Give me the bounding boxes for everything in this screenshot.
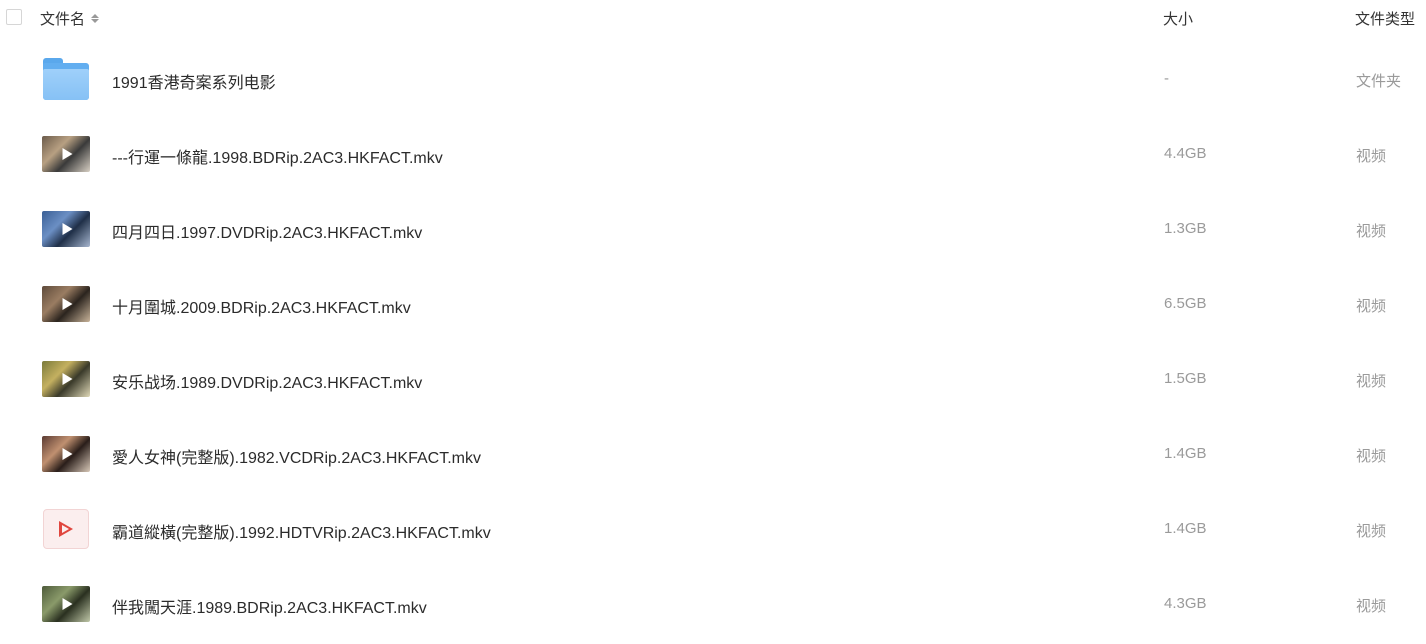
file-size: 4.3GB — [1164, 595, 1207, 612]
file-type: 视频 — [1356, 448, 1387, 465]
file-size: 1.4GB — [1164, 520, 1207, 537]
file-type: 视频 — [1356, 148, 1387, 165]
play-icon — [62, 148, 73, 160]
file-type: 视频 — [1356, 223, 1387, 240]
file-icon-wrap — [42, 208, 90, 250]
select-all-checkbox[interactable] — [6, 9, 22, 25]
video-thumbnail — [42, 286, 90, 322]
file-icon-wrap — [42, 433, 90, 475]
play-icon — [62, 598, 73, 610]
file-icon-wrap — [42, 583, 90, 625]
sort-icon[interactable] — [91, 13, 100, 23]
file-type: 视频 — [1356, 298, 1387, 315]
file-icon-wrap — [42, 508, 90, 550]
file-name[interactable]: 霸道縱橫(完整版).1992.HDTVRip.2AC3.HKFACT.mkv — [112, 519, 491, 543]
play-icon — [59, 521, 73, 537]
file-size: 6.5GB — [1164, 295, 1207, 312]
file-row[interactable]: 1991香港奇案系列电影 - 文件夹 — [0, 42, 1426, 117]
file-type: 文件夹 — [1356, 73, 1402, 90]
file-icon-wrap — [42, 133, 90, 175]
file-name[interactable]: 伴我闖天涯.1989.BDRip.2AC3.HKFACT.mkv — [112, 594, 427, 618]
file-size: 1.4GB — [1164, 445, 1207, 462]
file-rows: 1991香港奇案系列电影 - 文件夹 ---行運一條龍.1998.BDRip.2AC3… — [0, 42, 1426, 642]
file-row[interactable]: 霸道縱橫(完整版).1992.HDTVRip.2AC3.HKFACT.mkv 1.… — [0, 492, 1426, 567]
video-thumbnail — [42, 586, 90, 622]
file-row[interactable]: 伴我闖天涯.1989.BDRip.2AC3.HKFACT.mkv 4.3GB 视频 — [0, 567, 1426, 642]
file-row[interactable]: 四月四日.1997.DVDRip.2AC3.HKFACT.mkv 1.3GB 视频 — [0, 192, 1426, 267]
file-name[interactable]: 十月圍城.2009.BDRip.2AC3.HKFACT.mkv — [112, 294, 411, 318]
video-thumbnail — [42, 436, 90, 472]
column-header-type[interactable]: 文件类型 — [1355, 8, 1415, 29]
video-thumbnail — [42, 211, 90, 247]
file-name[interactable]: 愛人女神(完整版).1982.VCDRip.2AC3.HKFACT.mkv — [112, 444, 481, 468]
video-file-icon — [43, 509, 89, 549]
video-thumbnail — [42, 361, 90, 397]
play-icon — [62, 448, 73, 460]
play-icon — [62, 298, 73, 310]
file-icon-wrap — [42, 358, 90, 400]
file-row[interactable]: 愛人女神(完整版).1982.VCDRip.2AC3.HKFACT.mkv 1.4… — [0, 417, 1426, 492]
play-icon — [62, 223, 73, 235]
video-thumbnail — [42, 136, 90, 172]
play-icon — [62, 373, 73, 385]
file-size: 1.3GB — [1164, 220, 1207, 237]
column-header-name-label: 文件名 — [40, 10, 86, 28]
file-type: 视频 — [1356, 523, 1387, 540]
file-type: 视频 — [1356, 373, 1387, 390]
folder-icon — [43, 58, 89, 100]
column-header-name[interactable]: 文件名 — [40, 8, 100, 28]
file-name[interactable]: 四月四日.1997.DVDRip.2AC3.HKFACT.mkv — [112, 219, 422, 243]
list-header: 文件名 大小 文件类型 — [0, 0, 1426, 36]
file-name[interactable]: 1991香港奇案系列电影 — [112, 69, 276, 93]
file-row[interactable]: 十月圍城.2009.BDRip.2AC3.HKFACT.mkv 6.5GB 视频 — [0, 267, 1426, 342]
file-name[interactable]: ---行運一條龍.1998.BDRip.2AC3.HKFACT.mkv — [112, 144, 443, 168]
file-icon-wrap — [42, 58, 90, 100]
file-name[interactable]: 安乐战场.1989.DVDRip.2AC3.HKFACT.mkv — [112, 369, 422, 393]
file-row[interactable]: 安乐战场.1989.DVDRip.2AC3.HKFACT.mkv 1.5GB 视频 — [0, 342, 1426, 417]
file-size: - — [1164, 70, 1169, 87]
file-type: 视频 — [1356, 598, 1387, 615]
file-list: 文件名 大小 文件类型 1991香港奇案系列电影 - 文件夹 ---行運一條龍.199… — [0, 0, 1426, 644]
file-icon-wrap — [42, 283, 90, 325]
file-row[interactable]: ---行運一條龍.1998.BDRip.2AC3.HKFACT.mkv 4.4GB… — [0, 117, 1426, 192]
file-size: 1.5GB — [1164, 370, 1207, 387]
file-size: 4.4GB — [1164, 145, 1207, 162]
column-header-size[interactable]: 大小 — [1163, 8, 1193, 29]
